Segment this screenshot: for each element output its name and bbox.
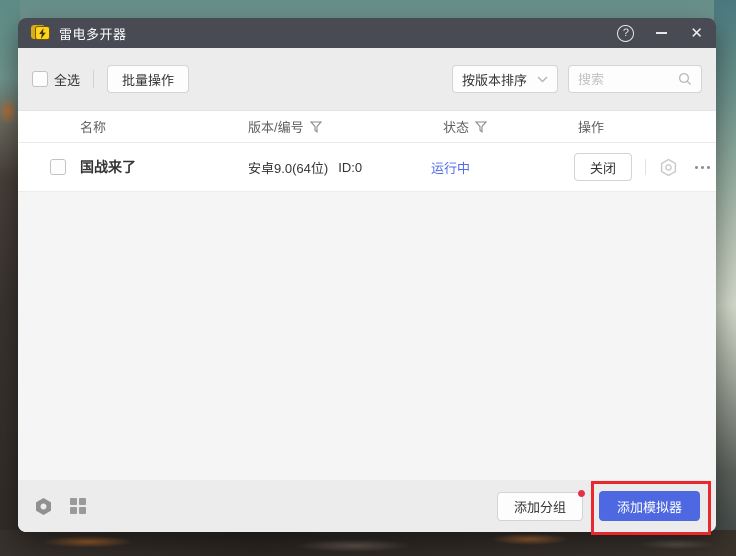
column-header-version-label: 版本/编号 (248, 117, 304, 136)
add-group-label: 添加分组 (514, 497, 566, 516)
wallpaper-left-strip (0, 0, 20, 556)
app-logo-icon (31, 24, 52, 42)
row-name-cell: 国战来了 (50, 157, 248, 177)
titlebar: 雷电多开器 ? ✕ (18, 18, 716, 48)
column-header-operations: 操作 (574, 117, 716, 136)
toolbar: 全选 批量操作 按版本排序 (18, 48, 716, 110)
app-window: 雷电多开器 ? ✕ 全选 批量操作 按版本排序 名称 版本/编号 状态 操作 (18, 18, 716, 532)
filter-funnel-icon[interactable] (310, 121, 322, 133)
notification-dot (578, 490, 585, 497)
wallpaper-bottom-strip (0, 530, 736, 556)
select-all-label: 全选 (54, 70, 80, 89)
lightning-bolt-icon (35, 26, 50, 40)
column-header-name[interactable]: 名称 (50, 117, 248, 136)
close-instance-button[interactable]: 关闭 (574, 153, 632, 181)
add-group-button[interactable]: 添加分组 (497, 492, 583, 521)
add-emulator-button[interactable]: 添加模拟器 (599, 491, 700, 521)
help-icon[interactable]: ? (617, 25, 634, 42)
minimize-bar (656, 32, 667, 34)
search-icon (678, 72, 692, 86)
batch-operations-button[interactable]: 批量操作 (107, 65, 189, 93)
wallpaper-right-strip (714, 0, 736, 556)
bottom-bar: 添加分组 添加模拟器 (18, 480, 716, 532)
search-input[interactable] (578, 72, 678, 87)
select-all-checkbox[interactable] (32, 71, 48, 87)
column-header-version[interactable]: 版本/编号 (248, 117, 431, 136)
toolbar-divider (93, 70, 94, 88)
table-row[interactable]: 国战来了 安卓9.0(64位) ID:0 运行中 关闭 (18, 143, 716, 192)
sort-dropdown-value: 按版本排序 (462, 70, 527, 89)
column-header-status-label: 状态 (443, 117, 469, 136)
close-icon[interactable]: ✕ (690, 25, 703, 42)
sort-dropdown[interactable]: 按版本排序 (452, 65, 558, 93)
row-status-cell: 运行中 (431, 158, 574, 177)
chevron-down-icon (537, 76, 548, 83)
instance-name: 国战来了 (80, 157, 136, 177)
window-title: 雷电多开器 (59, 24, 127, 43)
row-version-cell: 安卓9.0(64位) ID:0 (248, 158, 431, 177)
more-options-icon[interactable] (693, 162, 712, 173)
minimize-icon[interactable] (654, 25, 668, 42)
instance-list-empty-area (18, 192, 716, 480)
filter-funnel-icon[interactable] (475, 121, 487, 133)
instance-version: 安卓9.0(64位) (248, 158, 328, 177)
status-running-badge: 运行中 (431, 161, 470, 176)
row-checkbox[interactable] (50, 159, 66, 175)
grid-view-icon[interactable] (70, 498, 86, 514)
table-header: 名称 版本/编号 状态 操作 (18, 110, 716, 143)
global-settings-nut-icon[interactable] (34, 497, 53, 516)
row-operations-cell: 关闭 (574, 153, 716, 181)
instance-id: ID:0 (338, 160, 362, 175)
settings-nut-icon[interactable] (659, 158, 678, 177)
column-header-status[interactable]: 状态 (431, 117, 574, 136)
operations-divider (645, 159, 646, 175)
search-box (568, 65, 702, 93)
